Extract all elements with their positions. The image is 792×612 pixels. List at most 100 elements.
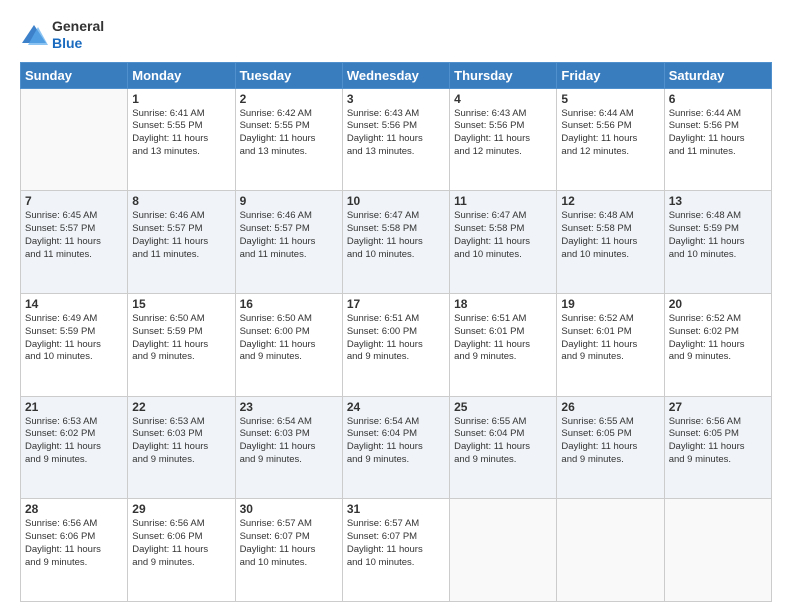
day-info: Sunrise: 6:47 AM Sunset: 5:58 PM Dayligh… (347, 210, 445, 261)
calendar-header-wednesday: Wednesday (342, 62, 449, 88)
calendar-header-tuesday: Tuesday (235, 62, 342, 88)
calendar-cell: 21 Sunrise: 6:53 AM Sunset: 6:02 PM Dayli… (21, 396, 128, 499)
calendar-cell: 10 Sunrise: 6:47 AM Sunset: 5:58 PM Dayli… (342, 191, 449, 294)
day-info: Sunrise: 6:48 AM Sunset: 5:59 PM Dayligh… (669, 210, 767, 261)
day-number: 5 (561, 92, 659, 106)
day-number: 2 (240, 92, 338, 106)
day-info: Sunrise: 6:50 AM Sunset: 5:59 PM Dayligh… (132, 313, 230, 364)
day-number: 21 (25, 400, 123, 414)
calendar-cell: 17 Sunrise: 6:51 AM Sunset: 6:00 PM Dayli… (342, 293, 449, 396)
day-info: Sunrise: 6:54 AM Sunset: 6:04 PM Dayligh… (347, 416, 445, 467)
calendar-week-row: 21 Sunrise: 6:53 AM Sunset: 6:02 PM Dayli… (21, 396, 772, 499)
calendar-cell: 24Sunrise: 6:54 AM Sunset: 6:04 PM Dayli… (342, 396, 449, 499)
day-number: 8 (132, 194, 230, 208)
calendar-cell: 23 Sunrise: 6:54 AM Sunset: 6:03 PM Dayli… (235, 396, 342, 499)
calendar-cell (557, 499, 664, 602)
day-number: 20 (669, 297, 767, 311)
day-info: Sunrise: 6:55 AM Sunset: 6:04 PM Dayligh… (454, 416, 552, 467)
calendar-table: SundayMondayTuesdayWednesdayThursdayFrid… (20, 62, 772, 602)
day-number: 18 (454, 297, 552, 311)
calendar-week-row: 28 Sunrise: 6:56 AM Sunset: 6:06 PM Dayli… (21, 499, 772, 602)
day-info: Sunrise: 6:51 AM Sunset: 6:01 PM Dayligh… (454, 313, 552, 364)
calendar-cell: 4Sunrise: 6:43 AM Sunset: 5:56 PM Daylig… (450, 88, 557, 191)
calendar-cell: 7Sunrise: 6:45 AM Sunset: 5:57 PM Daylig… (21, 191, 128, 294)
day-info: Sunrise: 6:49 AM Sunset: 5:59 PM Dayligh… (25, 313, 123, 364)
calendar-header-friday: Friday (557, 62, 664, 88)
calendar-week-row: 14 Sunrise: 6:49 AM Sunset: 5:59 PM Dayli… (21, 293, 772, 396)
day-number: 29 (132, 502, 230, 516)
calendar-header-thursday: Thursday (450, 62, 557, 88)
day-number: 14 (25, 297, 123, 311)
calendar-header-sunday: Sunday (21, 62, 128, 88)
day-number: 9 (240, 194, 338, 208)
calendar-cell: 19 Sunrise: 6:52 AM Sunset: 6:01 PM Dayli… (557, 293, 664, 396)
day-info: Sunrise: 6:52 AM Sunset: 6:01 PM Dayligh… (561, 313, 659, 364)
day-info: Sunrise: 6:55 AM Sunset: 6:05 PM Dayligh… (561, 416, 659, 467)
day-number: 30 (240, 502, 338, 516)
day-info: Sunrise: 6:46 AM Sunset: 5:57 PM Dayligh… (132, 210, 230, 261)
calendar-cell: 8 Sunrise: 6:46 AM Sunset: 5:57 PM Daylig… (128, 191, 235, 294)
day-info: Sunrise: 6:51 AM Sunset: 6:00 PM Dayligh… (347, 313, 445, 364)
day-info: Sunrise: 6:50 AM Sunset: 6:00 PM Dayligh… (240, 313, 338, 364)
day-info: Sunrise: 6:56 AM Sunset: 6:06 PM Dayligh… (132, 518, 230, 569)
day-info: Sunrise: 6:48 AM Sunset: 5:58 PM Dayligh… (561, 210, 659, 261)
calendar-cell: 22 Sunrise: 6:53 AM Sunset: 6:03 PM Dayli… (128, 396, 235, 499)
calendar-cell: 30Sunrise: 6:57 AM Sunset: 6:07 PM Dayli… (235, 499, 342, 602)
calendar-cell: 9 Sunrise: 6:46 AM Sunset: 5:57 PM Daylig… (235, 191, 342, 294)
day-number: 23 (240, 400, 338, 414)
day-info: Sunrise: 6:41 AM Sunset: 5:55 PM Dayligh… (132, 108, 230, 159)
day-info: Sunrise: 6:43 AM Sunset: 5:56 PM Dayligh… (454, 108, 552, 159)
day-number: 10 (347, 194, 445, 208)
calendar-cell: 12 Sunrise: 6:48 AM Sunset: 5:58 PM Dayli… (557, 191, 664, 294)
day-number: 15 (132, 297, 230, 311)
day-number: 27 (669, 400, 767, 414)
calendar-cell: 3Sunrise: 6:43 AM Sunset: 5:56 PM Daylig… (342, 88, 449, 191)
calendar-cell: 29 Sunrise: 6:56 AM Sunset: 6:06 PM Dayli… (128, 499, 235, 602)
calendar-cell: 11Sunrise: 6:47 AM Sunset: 5:58 PM Dayli… (450, 191, 557, 294)
day-number: 13 (669, 194, 767, 208)
day-info: Sunrise: 6:44 AM Sunset: 5:56 PM Dayligh… (561, 108, 659, 159)
day-info: Sunrise: 6:56 AM Sunset: 6:06 PM Dayligh… (25, 518, 123, 569)
calendar-header-monday: Monday (128, 62, 235, 88)
logo: General Blue (20, 18, 104, 52)
day-info: Sunrise: 6:56 AM Sunset: 6:05 PM Dayligh… (669, 416, 767, 467)
logo-text: General Blue (52, 18, 104, 52)
day-info: Sunrise: 6:45 AM Sunset: 5:57 PM Dayligh… (25, 210, 123, 261)
day-number: 6 (669, 92, 767, 106)
day-number: 16 (240, 297, 338, 311)
day-info: Sunrise: 6:46 AM Sunset: 5:57 PM Dayligh… (240, 210, 338, 261)
calendar-cell (21, 88, 128, 191)
calendar-cell: 26 Sunrise: 6:55 AM Sunset: 6:05 PM Dayli… (557, 396, 664, 499)
calendar-cell: 15 Sunrise: 6:50 AM Sunset: 5:59 PM Dayli… (128, 293, 235, 396)
day-number: 26 (561, 400, 659, 414)
calendar-cell: 1 Sunrise: 6:41 AM Sunset: 5:55 PM Daylig… (128, 88, 235, 191)
day-info: Sunrise: 6:52 AM Sunset: 6:02 PM Dayligh… (669, 313, 767, 364)
day-number: 17 (347, 297, 445, 311)
calendar-cell: 28 Sunrise: 6:56 AM Sunset: 6:06 PM Dayli… (21, 499, 128, 602)
page: General Blue SundayMondayTuesdayWednesda… (0, 0, 792, 612)
day-info: Sunrise: 6:54 AM Sunset: 6:03 PM Dayligh… (240, 416, 338, 467)
day-number: 28 (25, 502, 123, 516)
day-number: 19 (561, 297, 659, 311)
day-info: Sunrise: 6:44 AM Sunset: 5:56 PM Dayligh… (669, 108, 767, 159)
calendar-cell: 27 Sunrise: 6:56 AM Sunset: 6:05 PM Dayli… (664, 396, 771, 499)
day-number: 1 (132, 92, 230, 106)
day-number: 22 (132, 400, 230, 414)
day-info: Sunrise: 6:47 AM Sunset: 5:58 PM Dayligh… (454, 210, 552, 261)
calendar-cell: 16 Sunrise: 6:50 AM Sunset: 6:00 PM Dayli… (235, 293, 342, 396)
calendar-cell (664, 499, 771, 602)
day-number: 25 (454, 400, 552, 414)
calendar-cell: 2Sunrise: 6:42 AM Sunset: 5:55 PM Daylig… (235, 88, 342, 191)
calendar-cell: 5 Sunrise: 6:44 AM Sunset: 5:56 PM Daylig… (557, 88, 664, 191)
calendar-header-saturday: Saturday (664, 62, 771, 88)
day-info: Sunrise: 6:57 AM Sunset: 6:07 PM Dayligh… (347, 518, 445, 569)
calendar-cell: 18 Sunrise: 6:51 AM Sunset: 6:01 PM Dayli… (450, 293, 557, 396)
day-number: 12 (561, 194, 659, 208)
header: General Blue (20, 18, 772, 52)
calendar-cell: 20 Sunrise: 6:52 AM Sunset: 6:02 PM Dayli… (664, 293, 771, 396)
calendar-week-row: 1 Sunrise: 6:41 AM Sunset: 5:55 PM Daylig… (21, 88, 772, 191)
day-info: Sunrise: 6:53 AM Sunset: 6:02 PM Dayligh… (25, 416, 123, 467)
day-info: Sunrise: 6:53 AM Sunset: 6:03 PM Dayligh… (132, 416, 230, 467)
calendar-cell: 25 Sunrise: 6:55 AM Sunset: 6:04 PM Dayli… (450, 396, 557, 499)
calendar-cell: 13 Sunrise: 6:48 AM Sunset: 5:59 PM Dayli… (664, 191, 771, 294)
